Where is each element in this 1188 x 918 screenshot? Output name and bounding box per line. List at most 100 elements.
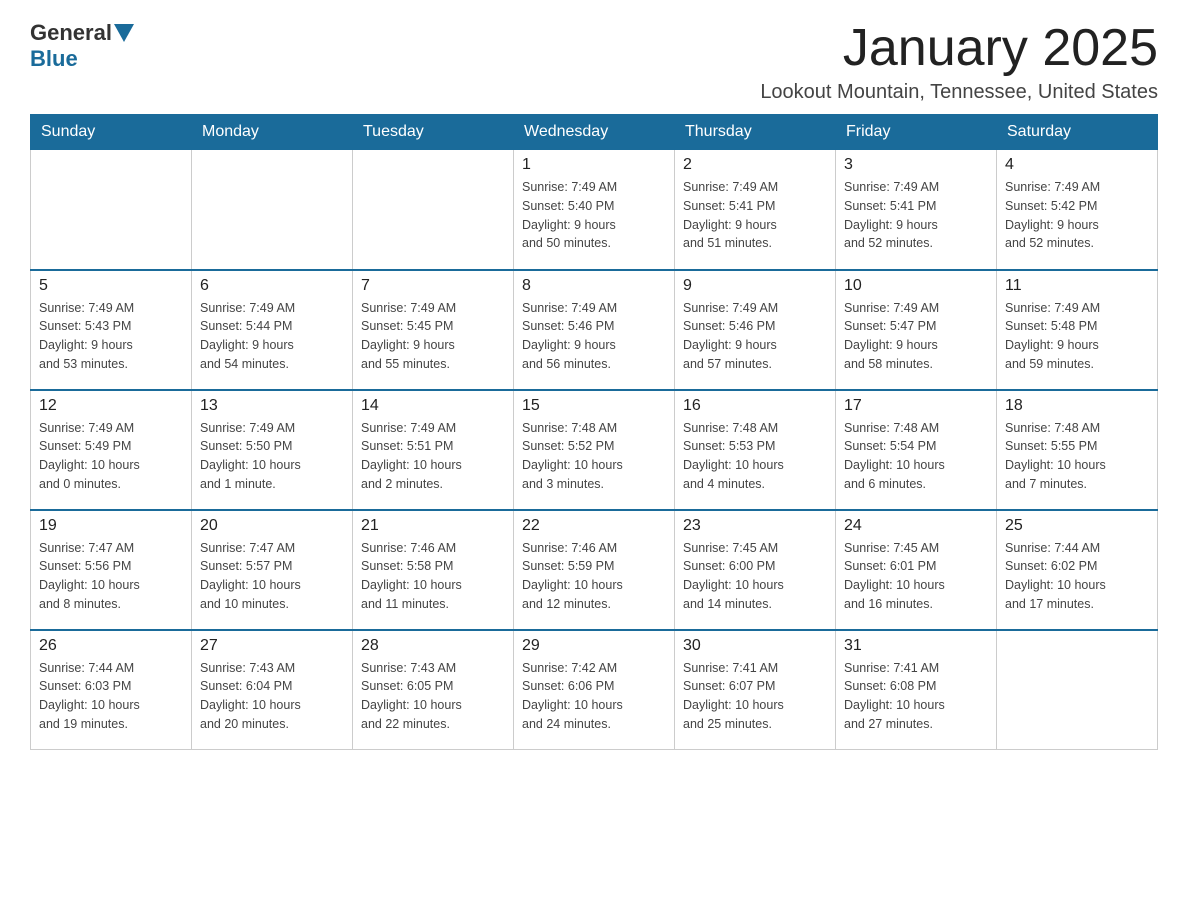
calendar-week-row: 19 Sunrise: 7:47 AMSunset: 5:56 PMDayligh…	[31, 510, 1158, 630]
day-number: 7	[361, 277, 505, 295]
day-info: Sunrise: 7:46 AMSunset: 5:58 PMDaylight:…	[361, 539, 505, 614]
calendar-cell: 19 Sunrise: 7:47 AMSunset: 5:56 PMDayligh…	[31, 510, 192, 630]
day-number: 27	[200, 637, 344, 655]
day-number: 19	[39, 517, 183, 535]
day-number: 2	[683, 156, 827, 174]
day-info: Sunrise: 7:43 AMSunset: 6:05 PMDaylight:…	[361, 659, 505, 734]
calendar-cell: 1Sunrise: 7:49 AMSunset: 5:40 PMDaylight…	[514, 150, 675, 270]
day-info: Sunrise: 7:42 AMSunset: 6:06 PMDaylight:…	[522, 659, 666, 734]
calendar-cell: 9 Sunrise: 7:49 AMSunset: 5:46 PMDaylight…	[675, 270, 836, 390]
day-info: Sunrise: 7:41 AMSunset: 6:07 PMDaylight:…	[683, 659, 827, 734]
calendar-week-row: 5 Sunrise: 7:49 AMSunset: 5:43 PMDaylight…	[31, 270, 1158, 390]
day-info: Sunrise: 7:45 AMSunset: 6:01 PMDaylight:…	[844, 539, 988, 614]
day-number: 10	[844, 277, 988, 295]
day-info: Sunrise: 7:41 AMSunset: 6:08 PMDaylight:…	[844, 659, 988, 734]
calendar-cell: 8 Sunrise: 7:49 AMSunset: 5:46 PMDaylight…	[514, 270, 675, 390]
weekday-header-sunday: Sunday	[31, 115, 192, 150]
weekday-header-thursday: Thursday	[675, 115, 836, 150]
calendar-cell: 10 Sunrise: 7:49 AMSunset: 5:47 PMDayligh…	[836, 270, 997, 390]
day-info: Sunrise: 7:47 AMSunset: 5:56 PMDaylight:…	[39, 539, 183, 614]
calendar-cell: 21 Sunrise: 7:46 AMSunset: 5:58 PMDayligh…	[353, 510, 514, 630]
day-number: 15	[522, 397, 666, 415]
month-year-title: January 2025	[760, 20, 1158, 77]
day-number: 18	[1005, 397, 1149, 415]
logo-general-text: General	[30, 20, 112, 46]
day-info: Sunrise: 7:45 AMSunset: 6:00 PMDaylight:…	[683, 539, 827, 614]
day-number: 30	[683, 637, 827, 655]
day-number: 8	[522, 277, 666, 295]
calendar-cell: 14Sunrise: 7:49 AMSunset: 5:51 PMDayligh…	[353, 390, 514, 510]
weekday-header-tuesday: Tuesday	[353, 115, 514, 150]
calendar-table: SundayMondayTuesdayWednesdayThursdayFrid…	[30, 114, 1158, 750]
day-info: Sunrise: 7:49 AMSunset: 5:47 PMDaylight:…	[844, 299, 988, 374]
day-info: Sunrise: 7:48 AMSunset: 5:54 PMDaylight:…	[844, 419, 988, 494]
day-info: Sunrise: 7:49 AMSunset: 5:48 PMDaylight:…	[1005, 299, 1149, 374]
calendar-cell: 27 Sunrise: 7:43 AMSunset: 6:04 PMDayligh…	[192, 630, 353, 750]
calendar-cell	[192, 150, 353, 270]
day-number: 20	[200, 517, 344, 535]
day-number: 9	[683, 277, 827, 295]
calendar-cell: 16 Sunrise: 7:48 AMSunset: 5:53 PMDayligh…	[675, 390, 836, 510]
day-number: 29	[522, 637, 666, 655]
day-number: 16	[683, 397, 827, 415]
calendar-cell: 5 Sunrise: 7:49 AMSunset: 5:43 PMDaylight…	[31, 270, 192, 390]
weekday-header-monday: Monday	[192, 115, 353, 150]
day-info: Sunrise: 7:46 AMSunset: 5:59 PMDaylight:…	[522, 539, 666, 614]
day-number: 28	[361, 637, 505, 655]
calendar-cell: 23Sunrise: 7:45 AMSunset: 6:00 PMDayligh…	[675, 510, 836, 630]
title-section: January 2025 Lookout Mountain, Tennessee…	[760, 20, 1158, 104]
day-number: 26	[39, 637, 183, 655]
day-info: Sunrise: 7:49 AMSunset: 5:41 PMDaylight:…	[683, 178, 827, 253]
calendar-cell: 26 Sunrise: 7:44 AMSunset: 6:03 PMDayligh…	[31, 630, 192, 750]
day-number: 14	[361, 397, 505, 415]
calendar-week-row: 12Sunrise: 7:49 AMSunset: 5:49 PMDayligh…	[31, 390, 1158, 510]
day-info: Sunrise: 7:49 AMSunset: 5:42 PMDaylight:…	[1005, 178, 1149, 253]
calendar-cell: 2 Sunrise: 7:49 AMSunset: 5:41 PMDaylight…	[675, 150, 836, 270]
day-info: Sunrise: 7:49 AMSunset: 5:45 PMDaylight:…	[361, 299, 505, 374]
day-info: Sunrise: 7:47 AMSunset: 5:57 PMDaylight:…	[200, 539, 344, 614]
calendar-cell: 3Sunrise: 7:49 AMSunset: 5:41 PMDaylight…	[836, 150, 997, 270]
day-number: 5	[39, 277, 183, 295]
calendar-cell: 28 Sunrise: 7:43 AMSunset: 6:05 PMDayligh…	[353, 630, 514, 750]
calendar-header-row: SundayMondayTuesdayWednesdayThursdayFrid…	[31, 115, 1158, 150]
day-info: Sunrise: 7:43 AMSunset: 6:04 PMDaylight:…	[200, 659, 344, 734]
page-header: General Blue January 2025 Lookout Mounta…	[30, 20, 1158, 104]
calendar-week-row: 1Sunrise: 7:49 AMSunset: 5:40 PMDaylight…	[31, 150, 1158, 270]
weekday-header-saturday: Saturday	[997, 115, 1158, 150]
day-number: 1	[522, 156, 666, 174]
day-info: Sunrise: 7:49 AMSunset: 5:46 PMDaylight:…	[522, 299, 666, 374]
calendar-cell: 4 Sunrise: 7:49 AMSunset: 5:42 PMDaylight…	[997, 150, 1158, 270]
calendar-cell: 25 Sunrise: 7:44 AMSunset: 6:02 PMDayligh…	[997, 510, 1158, 630]
day-info: Sunrise: 7:48 AMSunset: 5:53 PMDaylight:…	[683, 419, 827, 494]
day-info: Sunrise: 7:49 AMSunset: 5:43 PMDaylight:…	[39, 299, 183, 374]
calendar-cell: 29 Sunrise: 7:42 AMSunset: 6:06 PMDayligh…	[514, 630, 675, 750]
day-number: 31	[844, 637, 988, 655]
day-info: Sunrise: 7:48 AMSunset: 5:52 PMDaylight:…	[522, 419, 666, 494]
calendar-cell: 22 Sunrise: 7:46 AMSunset: 5:59 PMDayligh…	[514, 510, 675, 630]
day-info: Sunrise: 7:49 AMSunset: 5:46 PMDaylight:…	[683, 299, 827, 374]
day-number: 25	[1005, 517, 1149, 535]
day-number: 21	[361, 517, 505, 535]
day-info: Sunrise: 7:44 AMSunset: 6:03 PMDaylight:…	[39, 659, 183, 734]
weekday-header-wednesday: Wednesday	[514, 115, 675, 150]
day-info: Sunrise: 7:48 AMSunset: 5:55 PMDaylight:…	[1005, 419, 1149, 494]
calendar-cell: 17 Sunrise: 7:48 AMSunset: 5:54 PMDayligh…	[836, 390, 997, 510]
calendar-cell: 7 Sunrise: 7:49 AMSunset: 5:45 PMDaylight…	[353, 270, 514, 390]
calendar-cell: 11 Sunrise: 7:49 AMSunset: 5:48 PMDayligh…	[997, 270, 1158, 390]
calendar-cell: 24 Sunrise: 7:45 AMSunset: 6:01 PMDayligh…	[836, 510, 997, 630]
day-number: 22	[522, 517, 666, 535]
day-info: Sunrise: 7:44 AMSunset: 6:02 PMDaylight:…	[1005, 539, 1149, 614]
calendar-cell: 15 Sunrise: 7:48 AMSunset: 5:52 PMDayligh…	[514, 390, 675, 510]
day-number: 13	[200, 397, 344, 415]
calendar-cell: 6Sunrise: 7:49 AMSunset: 5:44 PMDaylight…	[192, 270, 353, 390]
day-info: Sunrise: 7:49 AMSunset: 5:50 PMDaylight:…	[200, 419, 344, 494]
calendar-cell	[997, 630, 1158, 750]
calendar-cell: 20 Sunrise: 7:47 AMSunset: 5:57 PMDayligh…	[192, 510, 353, 630]
calendar-cell: 13 Sunrise: 7:49 AMSunset: 5:50 PMDayligh…	[192, 390, 353, 510]
day-number: 24	[844, 517, 988, 535]
day-number: 12	[39, 397, 183, 415]
day-number: 17	[844, 397, 988, 415]
calendar-cell: 30 Sunrise: 7:41 AMSunset: 6:07 PMDayligh…	[675, 630, 836, 750]
day-number: 4	[1005, 156, 1149, 174]
day-number: 11	[1005, 277, 1149, 295]
